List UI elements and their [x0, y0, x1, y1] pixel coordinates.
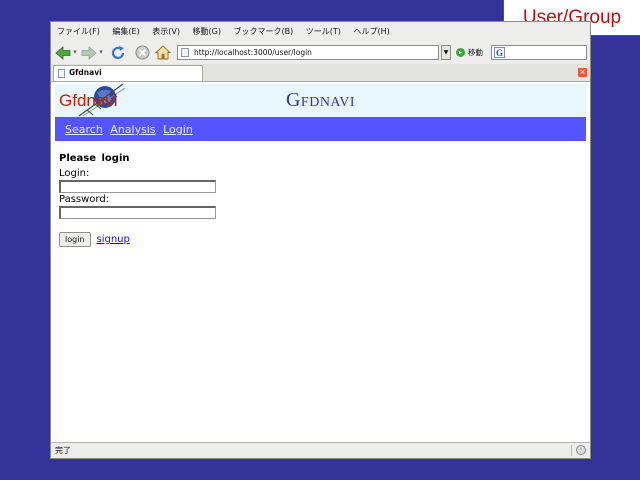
login-form: Please login Login: Password: login sign… [59, 153, 216, 247]
back-history-dropdown-icon[interactable]: ▾ [72, 44, 78, 61]
menu-bookmarks[interactable]: ブックマーク(B) [229, 22, 299, 41]
back-arrow-icon [55, 45, 71, 60]
status-divider [571, 445, 572, 456]
password-label: Password: [59, 194, 110, 205]
home-icon [155, 45, 171, 60]
forward-button[interactable] [81, 44, 97, 61]
menu-bar: ファイル(F) 編集(E) 表示(V) 移動(G) ブックマーク(B) ツール(… [51, 22, 590, 41]
forward-history-dropdown-icon[interactable]: ▾ [98, 44, 104, 61]
url-field[interactable]: http://localhost:3000/user/login [177, 45, 439, 60]
url-text: http://localhost:3000/user/login [194, 48, 312, 57]
google-search-icon[interactable]: G [494, 47, 505, 58]
search-field[interactable]: G [491, 45, 587, 60]
tab-strip: Gfdnavi × [51, 64, 590, 82]
login-heading: Please login [59, 153, 130, 164]
close-tab-icon[interactable]: × [578, 68, 587, 77]
site-title: Gfdnavi [285, 89, 356, 111]
tab-title: Gfdnavi [69, 68, 102, 77]
site-header: Gfdnavi Gfdnavi [55, 84, 586, 117]
page-icon [181, 48, 189, 57]
reload-button[interactable] [109, 44, 127, 61]
back-button[interactable] [55, 44, 71, 61]
stop-button[interactable] [133, 44, 151, 61]
tab-gfdnavi[interactable]: Gfdnavi [53, 65, 203, 81]
go-label: 移動 [468, 48, 483, 57]
menu-edit[interactable]: 編集(E) [107, 22, 144, 41]
go-arrow-icon: ▸ [456, 48, 465, 57]
nav-search-link[interactable]: Search [65, 123, 103, 136]
browser-window: ファイル(F) 編集(E) 表示(V) 移動(G) ブックマーク(B) ツール(… [50, 21, 591, 459]
login-button[interactable]: login [59, 232, 91, 247]
login-label: Login: [59, 168, 90, 179]
url-history-dropdown[interactable]: ▼ [441, 45, 451, 60]
signup-link[interactable]: signup [97, 234, 130, 245]
security-status-icon: ◦ [576, 445, 586, 455]
menu-go[interactable]: 移動(G) [188, 22, 226, 41]
forward-arrow-icon [81, 45, 97, 60]
menu-tools[interactable]: ツール(T) [301, 22, 346, 41]
status-bar: 完了 ◦ [51, 442, 590, 458]
password-input[interactable] [59, 206, 216, 219]
login-input[interactable] [59, 180, 216, 193]
nav-analysis-link[interactable]: Analysis [110, 123, 155, 136]
menu-help[interactable]: ヘルプ(H) [348, 22, 394, 41]
reload-icon [111, 45, 125, 59]
menu-view[interactable]: 表示(V) [147, 22, 185, 41]
nav-login-link[interactable]: Login [163, 123, 193, 136]
stop-icon [135, 45, 149, 60]
status-text: 完了 [55, 446, 71, 455]
site-nav-bar: Search Analysis Login [55, 117, 586, 141]
menu-file[interactable]: ファイル(F) [51, 22, 105, 41]
page-content: Gfdnavi Gfdnavi Search Analysis Login Pl… [51, 82, 590, 445]
tab-page-icon [58, 69, 65, 78]
go-button[interactable]: ▸ 移動 [456, 45, 483, 60]
home-button[interactable] [154, 44, 172, 61]
navigation-toolbar: ▾ ▾ http://localhost:3000/user/login ▼ ▸… [51, 41, 590, 65]
form-actions: login signup [59, 232, 216, 247]
